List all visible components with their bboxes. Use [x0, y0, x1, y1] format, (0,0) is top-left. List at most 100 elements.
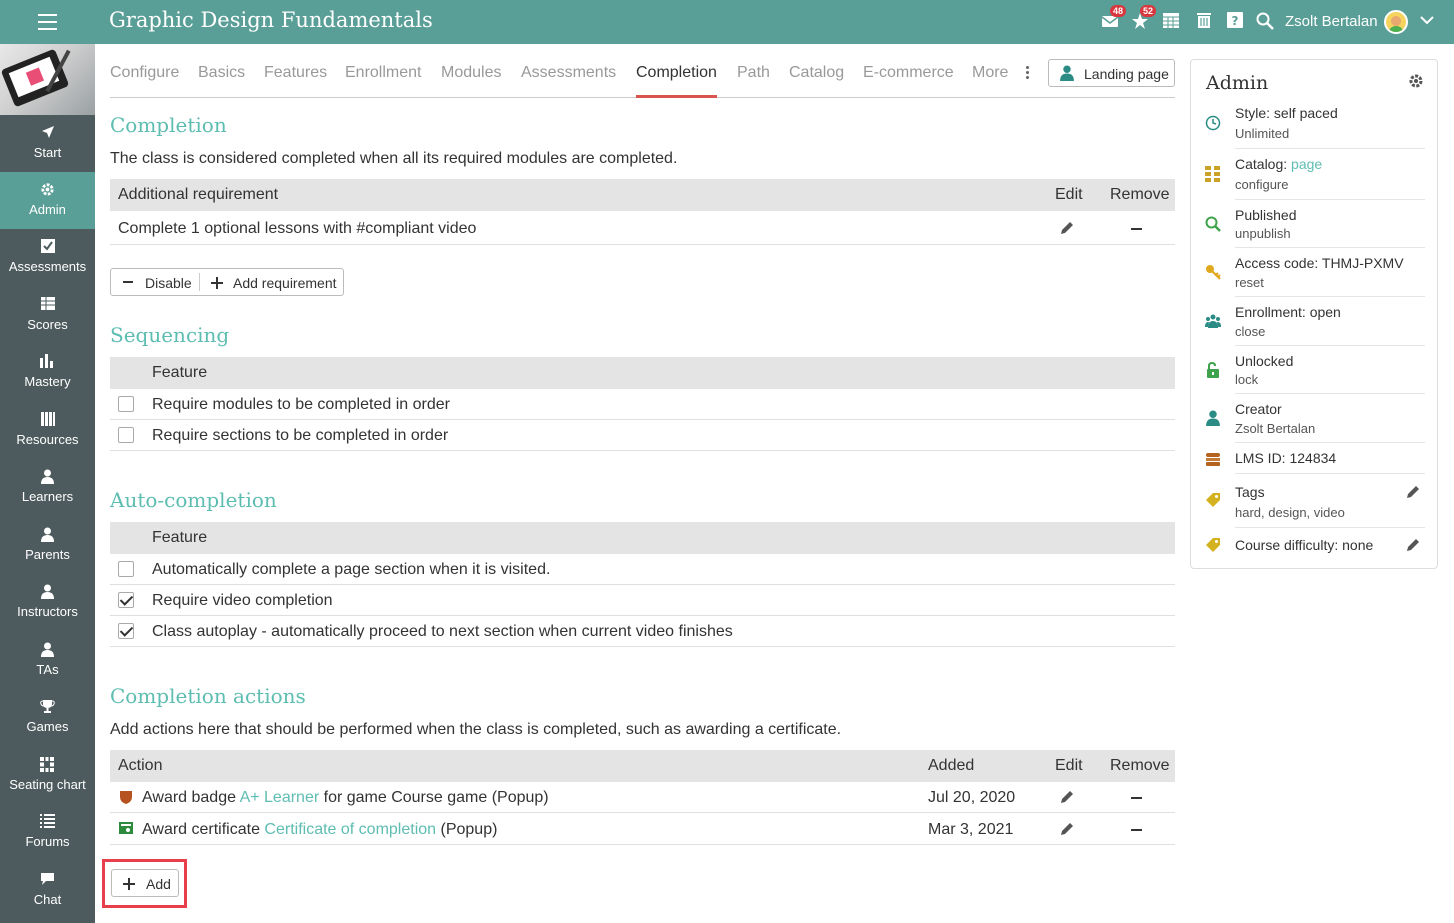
search-icon[interactable] — [1256, 12, 1274, 30]
search-icon — [1205, 216, 1225, 236]
style-value: Unlimited — [1235, 126, 1290, 141]
sidebar-item-start[interactable]: Start — [0, 115, 95, 172]
tab-features[interactable]: Features — [264, 64, 327, 82]
unpublish-link[interactable]: unpublish — [1235, 226, 1291, 241]
remove-icon[interactable] — [1131, 228, 1142, 230]
creator-link[interactable]: Zsolt Bertalan — [1235, 421, 1315, 436]
list-icon — [0, 814, 95, 832]
creator-label: Creator — [1235, 401, 1282, 417]
tag-icon — [1205, 537, 1225, 557]
landing-page-button[interactable]: Landing page — [1048, 59, 1175, 87]
table-row: Require video completion — [110, 585, 1175, 616]
published-label: Published — [1235, 207, 1297, 223]
sidebar-item-learners[interactable]: Learners — [0, 459, 95, 516]
tab-more[interactable]: More — [972, 64, 1008, 82]
sidebar-item-mastery[interactable]: Mastery — [0, 344, 95, 401]
person-icon — [1205, 410, 1225, 430]
tab-enrollment[interactable]: Enrollment — [345, 64, 421, 82]
add-requirement-button[interactable]: Add requirement — [200, 269, 344, 295]
style-label: Style: self paced — [1235, 105, 1338, 121]
unlocked-label: Unlocked — [1235, 353, 1294, 369]
grid-icon — [0, 297, 95, 314]
remove-icon[interactable] — [1131, 797, 1142, 799]
sidebar-item-instructors[interactable]: Instructors — [0, 574, 95, 631]
messages-icon[interactable]: 48 — [1101, 5, 1127, 30]
table-row: Automatically complete a page section wh… — [110, 554, 1175, 585]
sidebar-item-assessments[interactable]: Assessments — [0, 229, 95, 286]
add-action-button[interactable]: Add — [111, 869, 179, 897]
remove-icon[interactable] — [1131, 829, 1142, 831]
enrollment-label: Enrollment: open — [1235, 304, 1341, 320]
course-thumbnail[interactable] — [0, 44, 95, 115]
notifications-badge: 52 — [1140, 5, 1157, 17]
auto-complete-section-checkbox[interactable] — [118, 561, 134, 577]
access-code-label: Access code: THMJ-PXMV — [1235, 255, 1404, 271]
tab-configure[interactable]: Configure — [110, 64, 179, 82]
tab-catalog[interactable]: Catalog — [789, 64, 844, 82]
table-row: Complete 1 optional lessons with #compli… — [110, 212, 1175, 245]
tab-bar: Configure Basics Features Enrollment Mod… — [110, 58, 1175, 98]
sequence-modules-checkbox[interactable] — [118, 396, 134, 412]
completion-title: Completion — [110, 113, 227, 137]
enrollment-close-link[interactable]: close — [1235, 324, 1265, 339]
sidebar-item-seating-chart[interactable]: Seating chart — [0, 747, 95, 804]
class-autoplay-checkbox[interactable] — [118, 623, 134, 639]
table-row: Class autoplay - automatically proceed t… — [110, 616, 1175, 647]
person-icon — [0, 527, 95, 546]
person-icon — [1059, 65, 1075, 81]
pencil-icon[interactable] — [1060, 790, 1074, 804]
gear-icon[interactable] — [1408, 73, 1426, 91]
sidebar-item-resources[interactable]: Resources — [0, 402, 95, 459]
badge-link[interactable]: A+ Learner — [240, 789, 320, 806]
completion-description: The class is considered completed when a… — [110, 150, 678, 167]
notifications-icon[interactable]: 52 — [1131, 5, 1157, 30]
pencil-icon[interactable] — [1406, 538, 1420, 552]
tab-path[interactable]: Path — [737, 64, 770, 82]
sequence-sections-checkbox[interactable] — [118, 427, 134, 443]
sidebar-item-games[interactable]: Games — [0, 689, 95, 746]
table-row: Require sections to be completed in orde… — [110, 420, 1175, 451]
bar-chart-icon — [0, 354, 95, 372]
user-name[interactable]: Zsolt Bertalan — [1285, 13, 1378, 30]
calendar-icon[interactable] — [1162, 12, 1180, 30]
lock-link[interactable]: lock — [1235, 372, 1258, 387]
tab-modules[interactable]: Modules — [441, 64, 501, 82]
checkbox-icon — [0, 239, 95, 257]
catalog-label: Catalog: — [1235, 156, 1292, 172]
avatar[interactable] — [1384, 10, 1408, 34]
chevron-down-icon[interactable] — [1418, 12, 1436, 30]
completion-actions-description: Add actions here that should be performe… — [110, 721, 842, 738]
key-icon — [1205, 264, 1225, 284]
trash-icon[interactable] — [1195, 12, 1213, 30]
sidebar-item-forums[interactable]: Forums — [0, 804, 95, 861]
require-video-checkbox[interactable] — [118, 592, 134, 608]
page-title: Graphic Design Fundamentals — [109, 8, 433, 32]
top-bar: Graphic Design Fundamentals 48 52 ? Zsol… — [0, 0, 1454, 44]
sidebar-item-tas[interactable]: TAs — [0, 632, 95, 689]
help-icon[interactable]: ? — [1226, 12, 1244, 30]
access-code-reset-link[interactable]: reset — [1235, 275, 1264, 290]
pencil-icon[interactable] — [1060, 221, 1074, 235]
tab-ecommerce[interactable]: E-commerce — [863, 64, 954, 82]
sidebar-item-chat[interactable]: Chat — [0, 862, 95, 919]
menu-icon[interactable] — [38, 14, 57, 30]
table-row: Require modules to be completed in order — [110, 389, 1175, 420]
person-icon — [0, 642, 95, 661]
pencil-icon[interactable] — [1406, 485, 1420, 499]
chat-icon — [0, 872, 95, 890]
more-vertical-icon[interactable] — [1020, 64, 1034, 82]
sidebar-item-parents[interactable]: Parents — [0, 517, 95, 574]
sequencing-title: Sequencing — [110, 323, 230, 347]
sidebar-item-admin[interactable]: Admin — [0, 172, 95, 229]
tab-basics[interactable]: Basics — [198, 64, 245, 82]
catalog-configure-link[interactable]: configure — [1235, 177, 1288, 192]
disable-button[interactable]: Disable — [111, 269, 199, 295]
pencil-icon[interactable] — [1060, 822, 1074, 836]
group-icon — [1205, 313, 1225, 333]
tab-completion[interactable]: Completion — [636, 64, 717, 82]
tab-assessments[interactable]: Assessments — [521, 64, 616, 82]
catalog-page-link[interactable]: page — [1291, 156, 1322, 172]
certificate-link[interactable]: Certificate of completion — [264, 821, 436, 838]
table-row: Award certificate Certificate of complet… — [110, 814, 1175, 845]
sidebar-item-scores[interactable]: Scores — [0, 287, 95, 344]
